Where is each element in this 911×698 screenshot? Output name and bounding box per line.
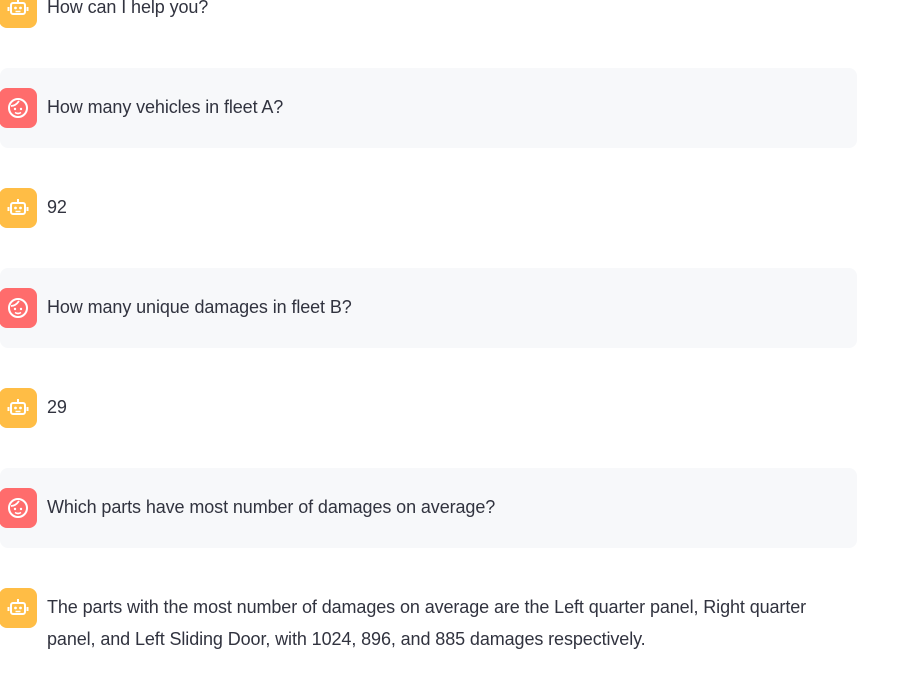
- chat-message-user: How many unique damages in fleet B?: [0, 268, 857, 348]
- robot-icon: [7, 199, 29, 215]
- message-text: How many vehicles in fleet A?: [47, 97, 284, 117]
- message-text: 92: [47, 197, 67, 217]
- user-face-icon: [8, 298, 28, 318]
- chat-message-assistant: The parts with the most number of damage…: [0, 568, 857, 678]
- message-text: 29: [47, 397, 67, 417]
- message-text: Which parts have most number of damages …: [47, 497, 496, 517]
- assistant-avatar: [0, 388, 37, 428]
- user-face-icon: [8, 98, 28, 118]
- chat-message-user: How many vehicles in fleet A?: [0, 68, 857, 148]
- robot-icon: [7, 599, 29, 615]
- chat-message-user: Which parts have most number of damages …: [0, 468, 857, 548]
- assistant-avatar: [0, 188, 37, 228]
- chat-message-assistant: 29: [0, 368, 857, 448]
- user-avatar: [0, 288, 37, 328]
- message-text: The parts with the most number of damage…: [47, 597, 807, 649]
- chat-history: How can I help you? How many vehicles in…: [0, 0, 857, 698]
- chat-message-assistant: How can I help you?: [0, 0, 857, 48]
- robot-icon: [7, 0, 29, 15]
- user-face-icon: [8, 498, 28, 518]
- assistant-avatar: [0, 0, 37, 28]
- message-text: How many unique damages in fleet B?: [47, 297, 352, 317]
- user-avatar: [0, 488, 37, 528]
- robot-icon: [7, 399, 29, 415]
- message-text: How can I help you?: [47, 0, 209, 17]
- assistant-avatar: [0, 588, 37, 628]
- user-avatar: [0, 88, 37, 128]
- chat-message-assistant: 92: [0, 168, 857, 248]
